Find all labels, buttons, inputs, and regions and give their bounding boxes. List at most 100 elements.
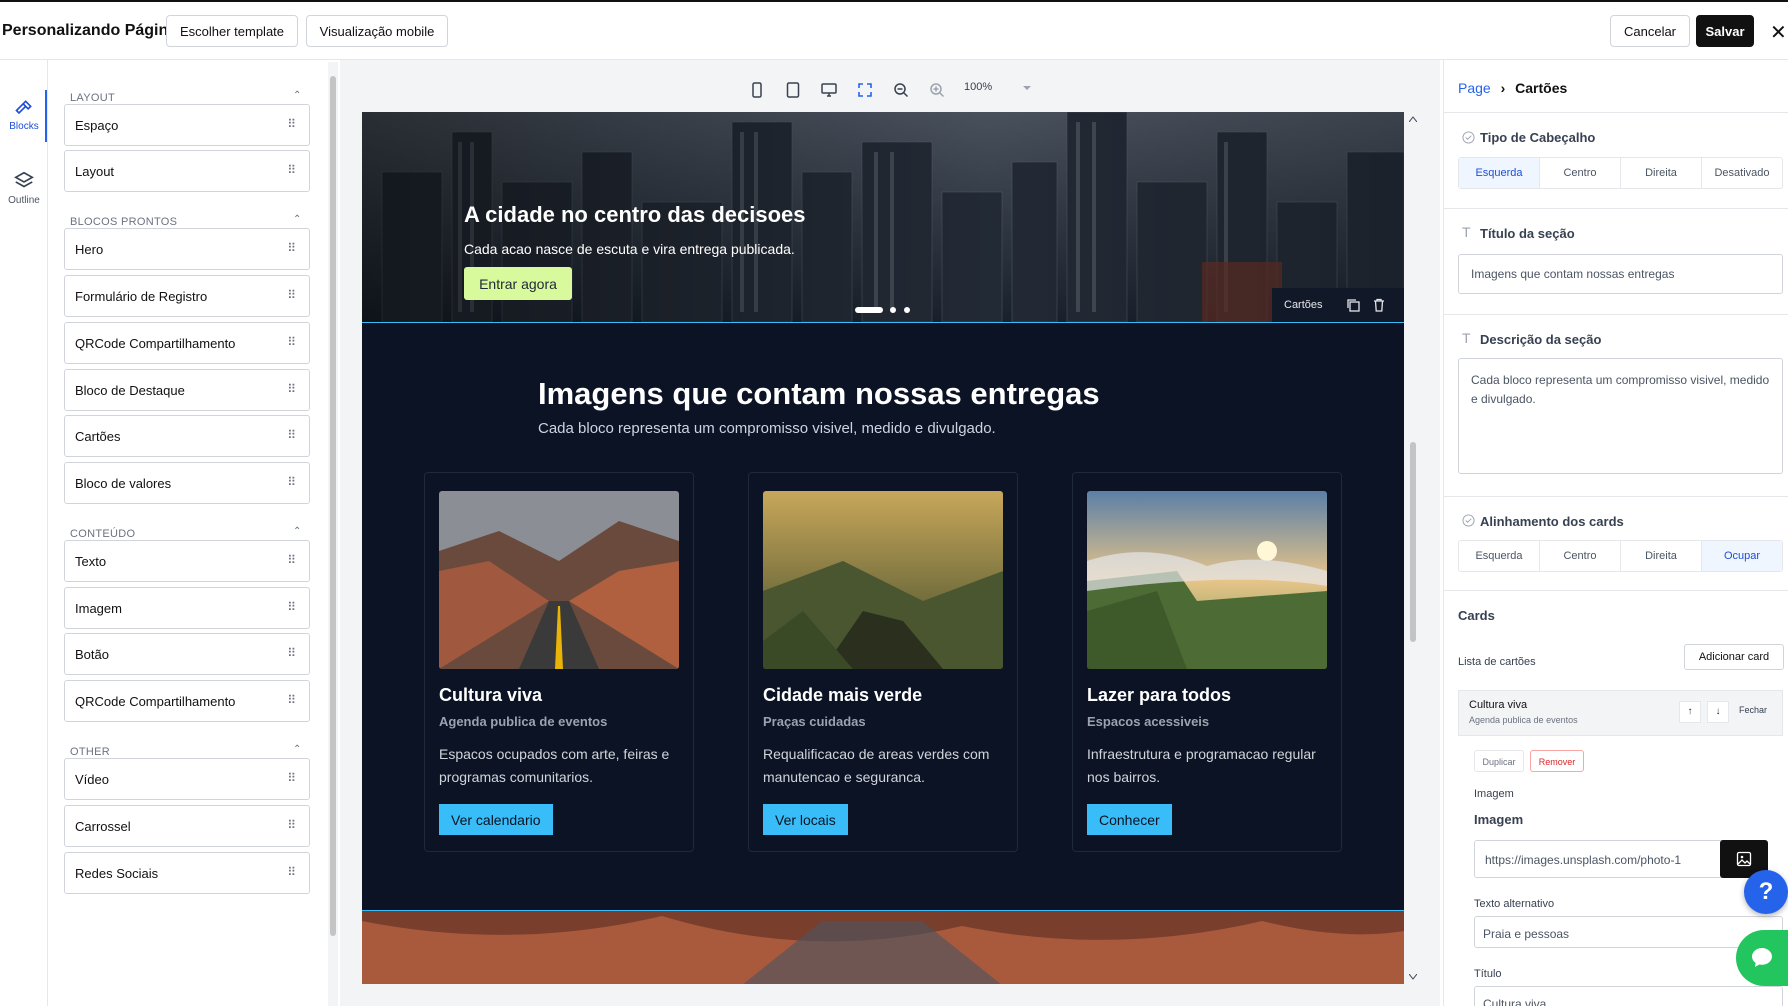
hero-block[interactable]: A cidade no centro das decisoes Cada aca… <box>362 112 1404 322</box>
card-button[interactable]: Ver locais <box>763 804 848 835</box>
zoom-level[interactable]: 100% <box>964 81 992 93</box>
breadcrumb-root[interactable]: Page <box>1458 80 1491 96</box>
block-item[interactable]: Espaço ⠿ <box>64 104 310 146</box>
section-header-3[interactable]: OTHER <box>70 746 110 758</box>
section-header-1[interactable]: BLOCOS PRONTOS <box>70 216 177 228</box>
block-item[interactable]: Carrossel ⠿ <box>64 805 310 847</box>
cards-align-option[interactable]: Esquerda <box>1459 541 1540 571</box>
block-item[interactable]: Layout ⠿ <box>64 150 310 192</box>
image-url-input[interactable]: https://images.unsplash.com/photo-1 <box>1474 840 1724 878</box>
section-header-2[interactable]: CONTEÚDO <box>70 528 135 540</box>
block-item[interactable]: QRCode Compartilhamento ⠿ <box>64 680 310 722</box>
card-1[interactable]: Cultura viva Agenda publica de eventos E… <box>424 472 694 852</box>
rail-outline[interactable]: Outline <box>0 170 48 206</box>
drag-handle-icon[interactable]: ⠿ <box>287 553 296 567</box>
section-description-textarea[interactable]: Cada bloco representa um compromisso vis… <box>1458 358 1783 474</box>
card-3[interactable]: Lazer para todos Espacos acessiveis Infr… <box>1072 472 1342 852</box>
remove-card-button[interactable]: Remover <box>1530 750 1584 772</box>
card-2[interactable]: Cidade mais verde Praças cuidadas Requal… <box>748 472 1018 852</box>
tablet-device-icon[interactable] <box>786 82 800 98</box>
mobile-preview-button[interactable]: Visualização mobile <box>306 15 448 47</box>
section-title-input[interactable]: Imagens que contam nossas entregas <box>1458 254 1783 294</box>
drag-handle-icon[interactable]: ⠿ <box>287 241 296 255</box>
scroll-down-icon[interactable] <box>1409 974 1417 980</box>
blocks-scrollbar-thumb[interactable] <box>330 76 336 936</box>
block-item[interactable]: Hero ⠿ <box>64 228 310 270</box>
close-card-button[interactable]: Fechar <box>1739 705 1767 715</box>
help-button[interactable]: ? <box>1744 870 1788 914</box>
cards-align-option[interactable]: Ocupar <box>1702 541 1782 571</box>
header-type-option[interactable]: Esquerda <box>1459 158 1540 188</box>
drag-handle-icon[interactable]: ⠿ <box>287 288 296 302</box>
cards-align-option[interactable]: Direita <box>1621 541 1702 571</box>
save-button[interactable]: Salvar <box>1696 15 1754 47</box>
rail-blocks[interactable]: Blocks <box>0 98 48 132</box>
scroll-up-icon[interactable] <box>1409 116 1417 122</box>
card-title-input[interactable]: Cultura viva <box>1474 986 1783 1006</box>
block-item[interactable]: Botão ⠿ <box>64 633 310 675</box>
header-type-option[interactable]: Desativado <box>1702 158 1782 188</box>
section-description: Cada bloco representa um compromisso vis… <box>538 420 996 437</box>
block-item[interactable]: Texto ⠿ <box>64 540 310 582</box>
zoom-out-icon[interactable] <box>893 82 909 98</box>
blocks-scrollbar[interactable] <box>328 62 338 1006</box>
hammer-icon <box>15 100 32 115</box>
carousel-dots[interactable] <box>855 306 915 314</box>
desktop-device-icon[interactable] <box>821 82 837 98</box>
header-type-option[interactable]: Centro <box>1540 158 1621 188</box>
drag-handle-icon[interactable]: ⠿ <box>287 382 296 396</box>
drag-handle-icon[interactable]: ⠿ <box>287 163 296 177</box>
zoom-in-icon[interactable] <box>929 82 945 98</box>
canvas-scrollbar-thumb[interactable] <box>1410 442 1416 642</box>
close-icon[interactable]: ✕ <box>1770 20 1787 45</box>
block-item[interactable]: Cartões ⠿ <box>64 415 310 457</box>
drag-handle-icon[interactable]: ⠿ <box>287 646 296 660</box>
block-item[interactable]: QRCode Compartilhamento ⠿ <box>64 322 310 364</box>
hero-cta-button[interactable]: Entrar agora <box>464 267 572 300</box>
duplicate-card-button[interactable]: Duplicar <box>1474 750 1524 772</box>
block-item[interactable]: Redes Sociais ⠿ <box>64 852 310 894</box>
chevron-up-icon[interactable]: ⌃ <box>293 744 301 755</box>
canvas-scrollbar[interactable] <box>1406 112 1420 984</box>
block-item[interactable]: Bloco de valores ⠿ <box>64 462 310 504</box>
block-item-label: Layout <box>75 164 115 179</box>
block-item[interactable]: Vídeo ⠿ <box>64 758 310 800</box>
drag-handle-icon[interactable]: ⠿ <box>287 865 296 879</box>
section-header-0[interactable]: LAYOUT <box>70 92 115 104</box>
chevron-up-icon[interactable]: ⌃ <box>293 526 301 537</box>
cards-align-option[interactable]: Centro <box>1540 541 1621 571</box>
chat-widget-button[interactable] <box>1736 930 1788 986</box>
mobile-device-icon[interactable] <box>750 82 764 98</box>
drag-handle-icon[interactable]: ⠿ <box>287 771 296 785</box>
card-list-item[interactable]: Cultura viva Agenda publica de eventos ↑… <box>1458 690 1783 736</box>
drag-handle-icon[interactable]: ⠿ <box>287 475 296 489</box>
drag-handle-icon[interactable]: ⠿ <box>287 428 296 442</box>
drag-handle-icon[interactable]: ⠿ <box>287 600 296 614</box>
next-block-image[interactable] <box>362 910 1404 984</box>
block-item[interactable]: Imagem ⠿ <box>64 587 310 629</box>
block-item[interactable]: Formulário de Registro ⠿ <box>64 275 310 317</box>
fullscreen-icon[interactable] <box>857 82 873 98</box>
card-button[interactable]: Ver calendario <box>439 804 553 835</box>
chevron-up-icon[interactable]: ⌃ <box>293 90 301 101</box>
drag-handle-icon[interactable]: ⠿ <box>287 335 296 349</box>
rail-outline-label: Outline <box>8 195 40 206</box>
block-item[interactable]: Bloco de Destaque ⠿ <box>64 369 310 411</box>
cancel-button[interactable]: Cancelar <box>1610 15 1690 47</box>
card-button[interactable]: Conhecer <box>1087 804 1172 835</box>
trash-icon[interactable] <box>1372 298 1386 312</box>
choose-template-button[interactable]: Escolher template <box>166 15 298 47</box>
chevron-up-icon[interactable]: ⌃ <box>293 214 301 225</box>
block-item-label: Vídeo <box>75 772 109 787</box>
alt-text-input[interactable]: Praia e pessoas <box>1474 916 1783 948</box>
drag-handle-icon[interactable]: ⠿ <box>287 818 296 832</box>
drag-handle-icon[interactable]: ⠿ <box>287 117 296 131</box>
zoom-dropdown-chevron-icon[interactable] <box>1022 84 1032 92</box>
duplicate-icon[interactable] <box>1346 298 1360 312</box>
divider <box>1444 112 1788 113</box>
move-up-icon[interactable]: ↑ <box>1679 701 1701 723</box>
header-type-option[interactable]: Direita <box>1621 158 1702 188</box>
move-down-icon[interactable]: ↓ <box>1707 701 1729 723</box>
add-card-button[interactable]: Adicionar card <box>1684 644 1784 670</box>
drag-handle-icon[interactable]: ⠿ <box>287 693 296 707</box>
